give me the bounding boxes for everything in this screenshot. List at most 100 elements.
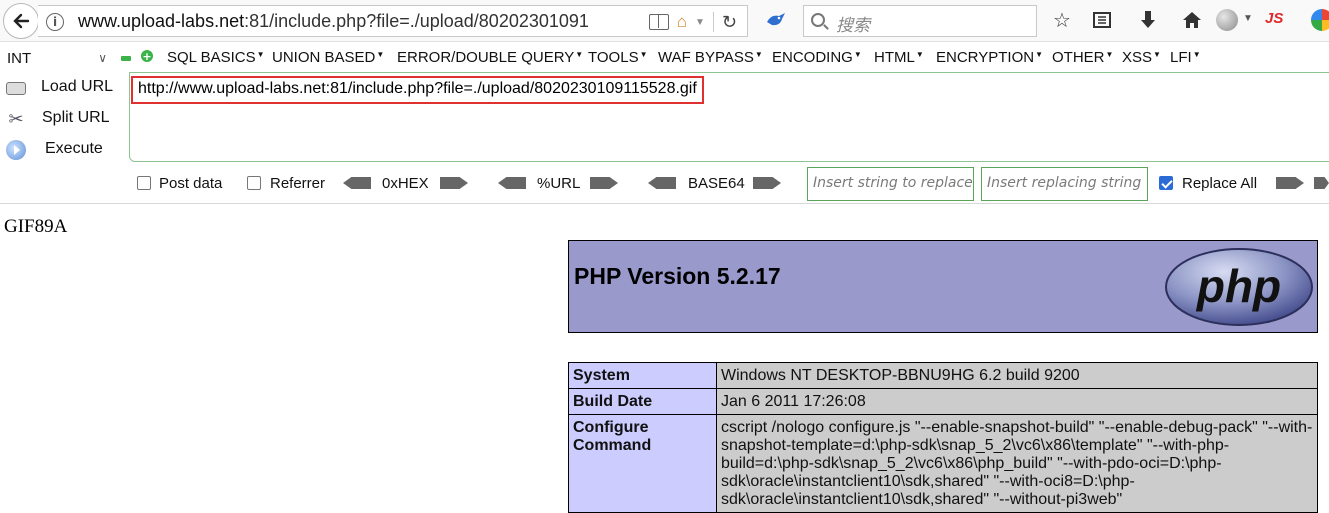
divider bbox=[0, 203, 1329, 204]
menu-encoding[interactable]: ENCODING▼ bbox=[772, 49, 862, 66]
referrer-checkbox[interactable] bbox=[247, 176, 261, 190]
bookmark-star-icon[interactable]: ☆ bbox=[1053, 8, 1071, 33]
replace-all-checkbox[interactable] bbox=[1159, 176, 1173, 190]
url-decode-arrow-icon[interactable] bbox=[498, 177, 526, 189]
int-select-value: INT bbox=[7, 50, 32, 67]
plus-icon[interactable]: + bbox=[141, 50, 153, 62]
referrer-label: Referrer bbox=[270, 175, 326, 192]
split-url-label: Split URL bbox=[42, 109, 110, 126]
home-icon[interactable] bbox=[1181, 9, 1203, 31]
int-select[interactable]: INT ∨ bbox=[2, 46, 114, 70]
table-value: cscript /nologo configure.js "--enable-s… bbox=[716, 414, 1318, 513]
replace-arrow-icon[interactable] bbox=[1276, 177, 1304, 189]
reader-view-icon[interactable] bbox=[648, 14, 669, 30]
hackbar-options: Post data Referrer 0xHEX %URL BASE64 Ins… bbox=[0, 166, 1329, 202]
post-data-checkbox[interactable] bbox=[137, 176, 151, 190]
replace-all-arrow-icon[interactable] bbox=[1314, 177, 1329, 189]
reload-icon[interactable]: ↻ bbox=[722, 12, 737, 33]
execute-label: Execute bbox=[45, 140, 103, 157]
url-encode-arrow-icon[interactable] bbox=[590, 177, 618, 189]
split-url-button[interactable]: ✂ Split URL bbox=[4, 105, 124, 133]
replace-with-input[interactable]: Insert replacing string bbox=[981, 167, 1148, 201]
hex-encode-arrow-icon[interactable] bbox=[440, 177, 468, 189]
divider bbox=[712, 12, 714, 32]
chevron-down-icon: ∨ bbox=[98, 51, 107, 65]
base64-decode-arrow-icon[interactable] bbox=[648, 177, 676, 189]
chevron-down-icon[interactable]: ▼ bbox=[1243, 13, 1253, 24]
home-bookmark-icon[interactable]: ⌂ bbox=[677, 12, 687, 32]
play-icon bbox=[6, 140, 26, 160]
library-icon[interactable] bbox=[1092, 10, 1112, 30]
address-host: www.upload-labs.net bbox=[78, 11, 245, 31]
menu-union-based[interactable]: UNION BASED▼ bbox=[272, 49, 384, 66]
php-logo-text: php bbox=[1195, 260, 1281, 312]
menu-encryption[interactable]: ENCRYPTION▼ bbox=[936, 49, 1043, 66]
table-row: Build Date Jan 6 2011 17:26:08 bbox=[568, 388, 1318, 415]
minus-icon[interactable] bbox=[121, 56, 131, 61]
address-bar[interactable]: i www.upload-labs.net:81/include.php?fil… bbox=[38, 5, 748, 37]
post-data-label: Post data bbox=[159, 175, 223, 192]
hackbar-menu: INT ∨ + SQL BASICS▼ UNION BASED▼ ERROR/D… bbox=[0, 44, 1329, 72]
menu-waf-bypass[interactable]: WAF BYPASS▼ bbox=[658, 49, 763, 66]
table-value: Jan 6 2011 17:26:08 bbox=[716, 388, 1318, 415]
menu-label: WAF BYPASS bbox=[658, 49, 754, 66]
menu-label: ENCRYPTION bbox=[936, 49, 1035, 66]
back-arrow-icon bbox=[13, 13, 30, 29]
menu-label: ENCODING bbox=[772, 49, 853, 66]
menu-label: HTML bbox=[874, 49, 915, 66]
execute-button[interactable]: Execute bbox=[4, 136, 124, 164]
phpinfo-table: System Windows NT DESKTOP-BBNU9HG 6.2 bu… bbox=[568, 362, 1318, 513]
scissors-icon: ✂ bbox=[8, 109, 24, 129]
table-row: System Windows NT DESKTOP-BBNU9HG 6.2 bu… bbox=[568, 362, 1318, 389]
address-path: :81/include.php?file=./upload/8020230109… bbox=[244, 11, 589, 31]
menu-html[interactable]: HTML▼ bbox=[874, 49, 924, 66]
hex-decode-arrow-icon[interactable] bbox=[343, 177, 371, 189]
gif-header-text: GIF89A bbox=[4, 216, 68, 237]
menu-label: LFI bbox=[1170, 49, 1192, 66]
back-button[interactable] bbox=[3, 3, 39, 39]
menu-label: OTHER bbox=[1052, 49, 1105, 66]
php-logo-icon: php bbox=[1165, 248, 1313, 326]
load-url-label: Load URL bbox=[41, 78, 114, 95]
search-placeholder: 搜索 bbox=[836, 16, 870, 36]
hex-label: 0xHEX bbox=[382, 175, 429, 192]
menu-label: UNION BASED bbox=[272, 49, 376, 66]
menu-label: SQL BASICS bbox=[167, 49, 256, 66]
url-value: http://www.upload-labs.net:81/include.ph… bbox=[131, 76, 704, 104]
base64-encode-arrow-icon[interactable] bbox=[753, 177, 781, 189]
table-value: Windows NT DESKTOP-BBNU9HG 6.2 build 920… bbox=[716, 362, 1318, 389]
load-url-icon bbox=[6, 82, 26, 95]
menu-tools[interactable]: TOOLS▼ bbox=[588, 49, 648, 66]
replace-all-label: Replace All bbox=[1182, 175, 1258, 192]
menu-label: TOOLS bbox=[588, 49, 639, 66]
js-toggle-icon[interactable]: JS bbox=[1265, 10, 1283, 27]
table-key: System bbox=[568, 362, 717, 389]
search-icon bbox=[811, 13, 825, 27]
menu-lfi[interactable]: LFI▼ bbox=[1170, 49, 1201, 66]
site-info-icon[interactable]: i bbox=[46, 13, 64, 31]
table-row: Configure Command cscript /nologo config… bbox=[568, 414, 1318, 513]
table-key: Build Date bbox=[568, 388, 717, 415]
php-version-title: PHP Version 5.2.17 bbox=[574, 263, 781, 289]
menu-label: XSS bbox=[1122, 49, 1153, 66]
chevron-down-icon[interactable]: ▼ bbox=[695, 17, 705, 28]
profile-globe-icon[interactable] bbox=[1216, 9, 1238, 31]
menu-other[interactable]: OTHER▼ bbox=[1052, 49, 1113, 66]
menu-xss[interactable]: XSS▼ bbox=[1122, 49, 1161, 66]
replace-search-input[interactable]: Insert string to replace bbox=[807, 167, 974, 201]
extension-colorful-icon[interactable] bbox=[1311, 9, 1329, 31]
menu-error-double-query[interactable]: ERROR/DOUBLE QUERY▼ bbox=[397, 49, 583, 66]
menu-sql-basics[interactable]: SQL BASICS▼ bbox=[167, 49, 265, 66]
download-icon[interactable] bbox=[1138, 9, 1158, 31]
table-key: Configure Command bbox=[568, 414, 717, 513]
search-box[interactable]: 搜索 bbox=[803, 5, 1037, 37]
load-url-button[interactable]: Load URL bbox=[4, 74, 124, 102]
base64-label: BASE64 bbox=[688, 175, 745, 192]
url-encode-label: %URL bbox=[537, 175, 581, 192]
extension-bird-icon[interactable] bbox=[765, 10, 787, 30]
address-text[interactable]: www.upload-labs.net:81/include.php?file=… bbox=[78, 11, 618, 32]
browser-toolbar: i www.upload-labs.net:81/include.php?fil… bbox=[0, 0, 1329, 42]
phpinfo-header: PHP Version 5.2.17 php bbox=[568, 240, 1318, 333]
menu-label: ERROR/DOUBLE QUERY bbox=[397, 49, 575, 66]
url-textarea[interactable]: http://www.upload-labs.net:81/include.ph… bbox=[129, 72, 1329, 162]
